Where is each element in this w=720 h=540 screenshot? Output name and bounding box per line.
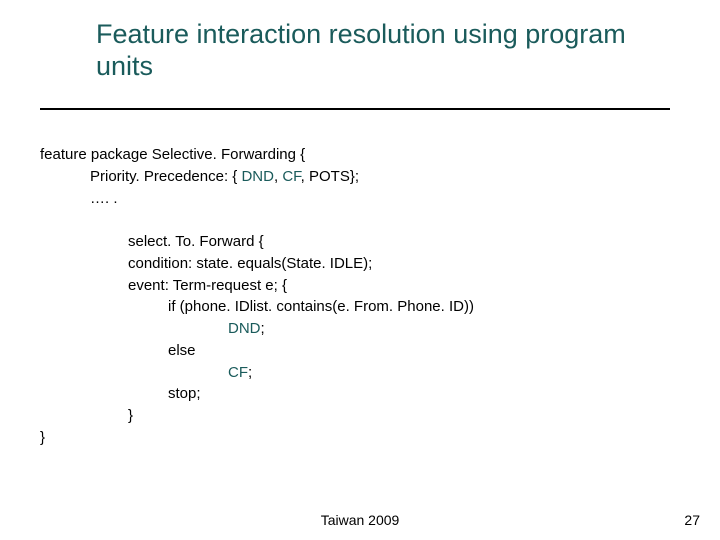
code-block: feature package Selective. Forwarding { …	[40, 144, 680, 449]
code-line: feature package Selective. Forwarding {	[40, 144, 680, 166]
code-text: , POTS};	[301, 168, 359, 185]
title-wrap: Feature interaction resolution using pro…	[96, 18, 636, 83]
code-line: select. To. Forward {	[128, 231, 680, 253]
code-text: event: Term-request e; {	[128, 277, 287, 294]
code-text: }	[128, 407, 133, 424]
code-text: else	[168, 342, 196, 359]
code-line: DND;	[228, 318, 680, 340]
code-line: condition: state. equals(State. IDLE);	[128, 253, 680, 275]
code-keyword: CF	[282, 168, 300, 185]
page-number: 27	[684, 512, 700, 528]
code-text: if (phone. IDlist. contains(e. From. Pho…	[168, 298, 474, 315]
slide: Feature interaction resolution using pro…	[0, 0, 720, 540]
code-text: …. .	[90, 190, 118, 207]
code-text: stop;	[168, 385, 201, 402]
title-underline	[40, 108, 670, 110]
code-text: feature package Selective. Forwarding {	[40, 146, 305, 163]
code-keyword: DND	[241, 168, 274, 185]
code-text: ;	[248, 364, 252, 381]
code-line: stop;	[168, 383, 680, 405]
code-keyword: CF	[228, 364, 248, 381]
code-line: else	[168, 340, 680, 362]
code-line: …. .	[90, 188, 680, 210]
footer-text: Taiwan 2009	[0, 512, 720, 528]
code-text: condition: state. equals(State. IDLE);	[128, 255, 372, 272]
code-text: Priority. Precedence: {	[90, 168, 241, 185]
code-line: Priority. Precedence: { DND, CF, POTS};	[90, 166, 680, 188]
code-text: ;	[261, 320, 265, 337]
code-line: if (phone. IDlist. contains(e. From. Pho…	[168, 296, 680, 318]
code-keyword: DND	[228, 320, 261, 337]
code-line: }	[128, 405, 680, 427]
code-line: CF;	[228, 362, 680, 384]
code-text: }	[40, 429, 45, 446]
slide-title: Feature interaction resolution using pro…	[96, 18, 636, 83]
code-line: event: Term-request e; {	[128, 275, 680, 297]
code-line: }	[40, 427, 680, 449]
code-text: select. To. Forward {	[128, 233, 264, 250]
